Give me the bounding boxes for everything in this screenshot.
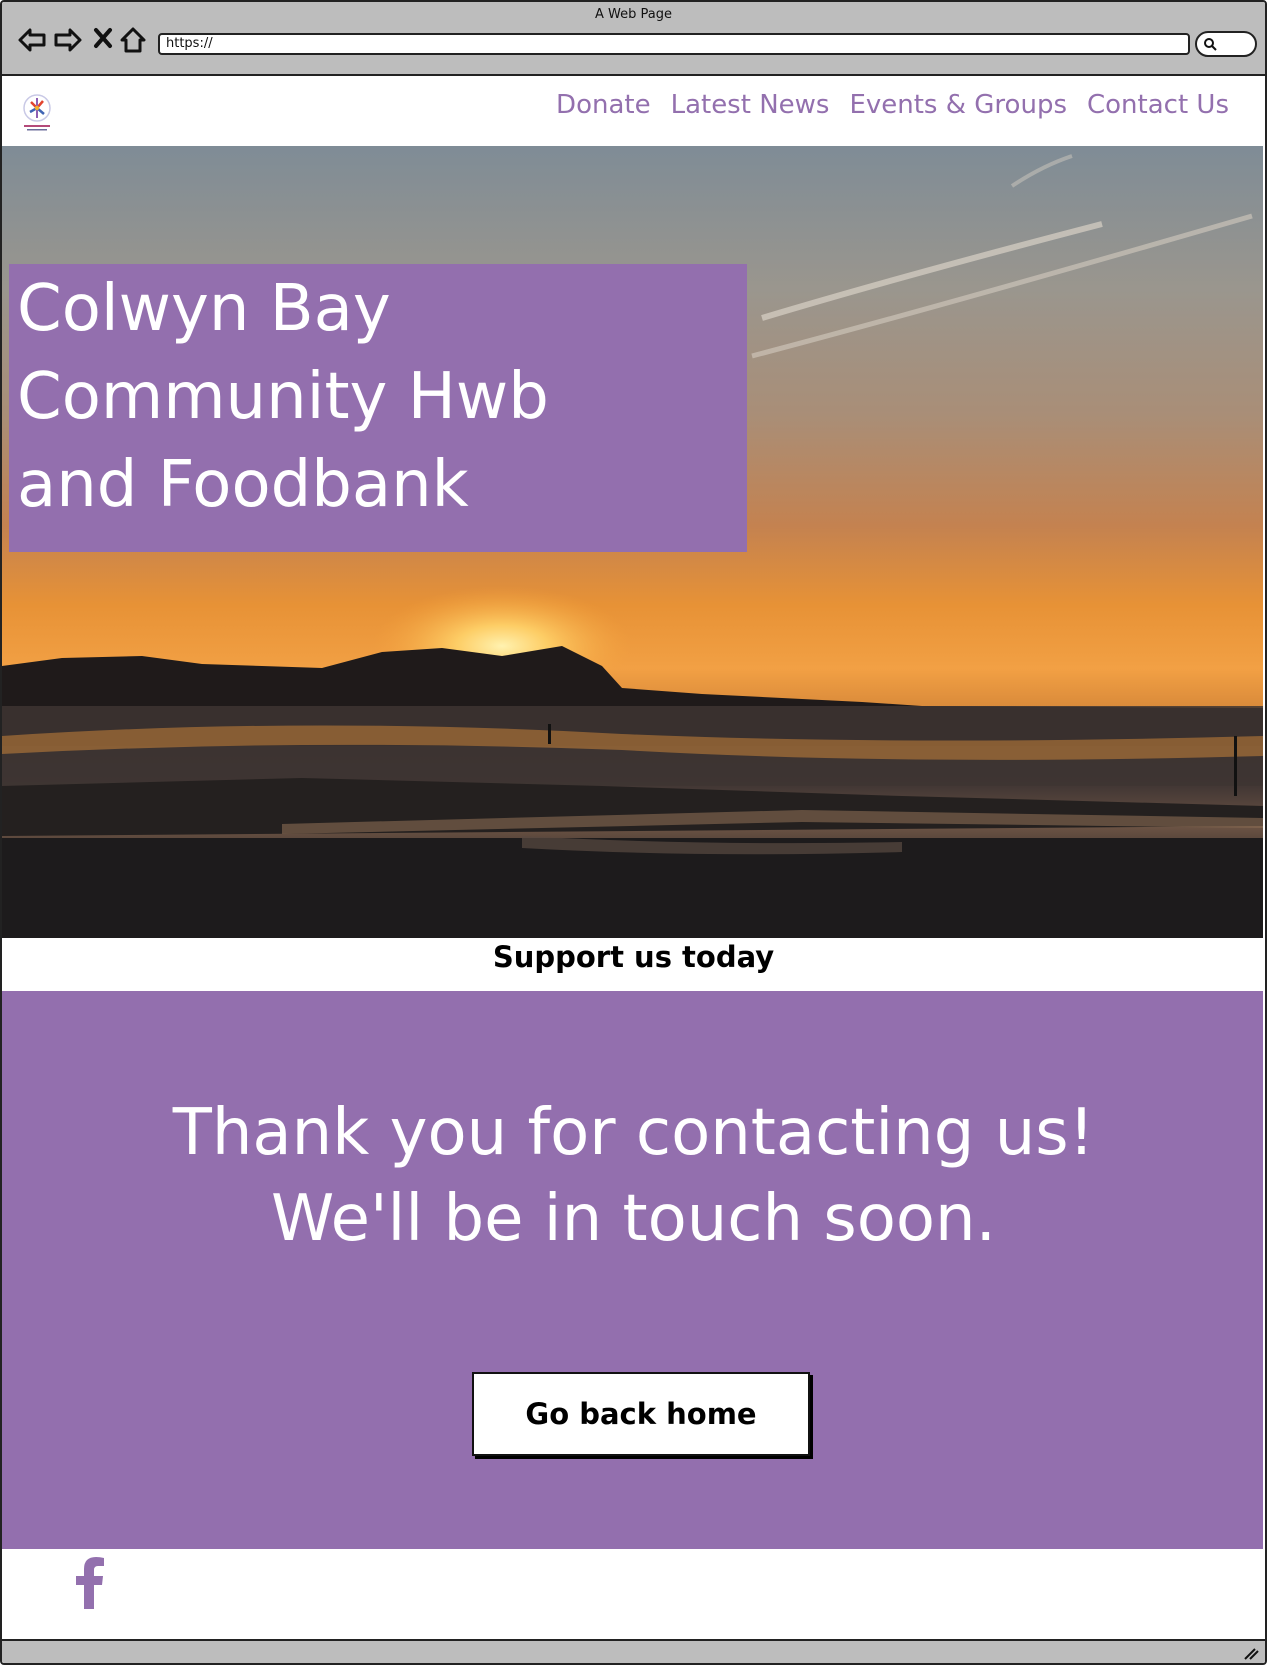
resize-grip-icon[interactable] <box>1243 1646 1259 1660</box>
nav-link-contact-us[interactable]: Contact Us <box>1087 90 1229 120</box>
hero-title-line-3: and Foodbank <box>17 448 469 522</box>
facebook-icon[interactable] <box>72 1557 108 1609</box>
hero-title-line-2: Community Hwb <box>17 360 549 434</box>
nav-link-latest-news[interactable]: Latest News <box>671 90 830 120</box>
go-back-home-button[interactable]: Go back home <box>472 1372 810 1456</box>
confirmation-panel <box>2 991 1263 1549</box>
forward-arrow-icon[interactable] <box>52 24 84 56</box>
browser-search-field[interactable] <box>1195 31 1257 57</box>
window-title: A Web Page <box>595 7 672 22</box>
search-icon <box>1204 38 1217 51</box>
confirmation-line-1: Thank you for contacting us! <box>172 1096 1095 1170</box>
browser-chrome: A Web Page https:// <box>2 2 1265 76</box>
home-icon[interactable] <box>118 24 150 56</box>
back-arrow-icon[interactable] <box>16 24 48 56</box>
nav-link-events-groups[interactable]: Events & Groups <box>849 90 1067 120</box>
browser-status-bar <box>2 1639 1265 1663</box>
site-logo[interactable] <box>20 92 54 132</box>
confirmation-line-2: We'll be in touch soon. <box>271 1182 996 1256</box>
nav-link-donate[interactable]: Donate <box>556 90 651 120</box>
browser-window: A Web Page https:// Donate Latest News E… <box>0 0 1267 1665</box>
address-bar[interactable]: https:// <box>158 33 1190 55</box>
hero-title-line-1: Colwyn Bay <box>17 272 391 346</box>
support-heading: Support us today <box>492 940 775 974</box>
hero-title-box: Colwyn Bay Community Hwb and Foodbank <box>9 264 747 552</box>
main-navigation: Donate Latest News Events & Groups Conta… <box>556 90 1229 120</box>
confirmation-message: Thank you for contacting us! We'll be in… <box>2 1090 1265 1262</box>
